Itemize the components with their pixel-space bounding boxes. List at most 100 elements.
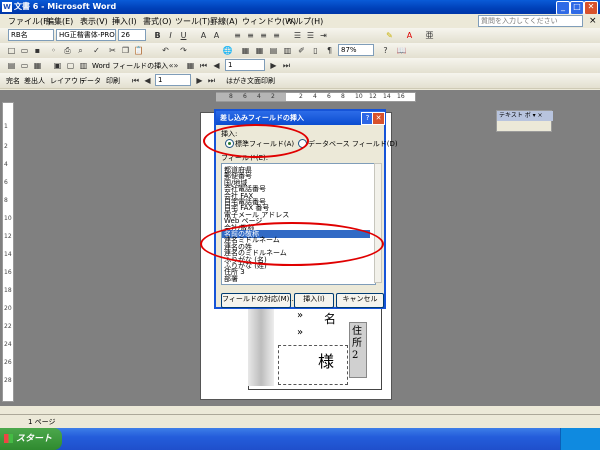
menu-help[interactable]: ヘルプ(H) [287,16,323,27]
drawing-icon[interactable]: ✐ [296,45,307,56]
menu-tools[interactable]: ツール(T) [175,16,210,27]
font-size-combo[interactable]: 26 [118,29,146,41]
recipient-name[interactable]: 名 [324,310,336,327]
maximize-button[interactable]: □ [570,1,584,15]
bold-button[interactable]: B [152,30,163,41]
undo-icon[interactable]: ↶ [160,45,171,56]
style-combo[interactable]: RB名 [8,29,54,41]
help-icon[interactable]: ? [380,45,391,56]
toolbar-item-print[interactable]: 印刷 [106,76,120,86]
open-icon[interactable]: ▭ [19,45,30,56]
show-hide-icon[interactable]: ¶ [324,45,335,56]
vertical-ruler[interactable]: 1 2 4 6 8 10 12 14 16 18 20 22 24 26 28 [2,102,14,402]
radio-database-label[interactable]: データベース フィールド(D) [308,139,398,149]
next-record-icon[interactable]: ▶ [268,60,279,71]
menu-insert[interactable]: 挿入(I) [112,16,137,27]
ruler-tick: 22 [4,323,12,330]
char-border-icon[interactable]: A [198,30,209,41]
menu-file[interactable]: ファイル(F) [8,16,51,27]
justify-icon[interactable]: ≡ [271,30,282,41]
font-combo[interactable]: HG正楷書体-PRO [56,29,116,41]
italic-button[interactable]: I [165,30,176,41]
record-input[interactable]: 1 [155,74,191,86]
cancel-button[interactable]: キャンセル [336,293,384,308]
menu-table[interactable]: 罫線(A) [210,16,238,27]
start-button[interactable]: スタート [0,428,62,450]
spelling-icon[interactable]: ✓ [91,45,102,56]
new-icon[interactable]: □ [6,45,17,56]
zoom-combo[interactable]: 87% [338,44,374,56]
textbox-frame[interactable] [278,345,348,385]
copy-icon[interactable]: ❐ [120,45,131,56]
tables-borders-icon[interactable]: ▦ [240,45,251,56]
view-merged-icon[interactable]: «» [168,60,179,71]
ruler-tick: 14 [4,251,12,258]
toolbar-item-data[interactable]: データ [80,76,101,86]
bullets-icon[interactable]: ☰ [305,30,316,41]
next-icon[interactable]: ▶ [194,75,205,86]
honorific-sama[interactable]: 様 [318,348,334,372]
last-icon[interactable]: ⏭ [206,75,217,86]
insert-field-icon[interactable]: ▥ [78,60,89,71]
ruler-tick: 28 [4,377,12,384]
paste-icon[interactable]: 📋 [133,45,144,56]
redo-icon[interactable]: ↷ [178,45,189,56]
last-record-icon[interactable]: ⏭ [281,60,292,71]
prev-icon[interactable]: ◀ [142,75,153,86]
highlight-icon[interactable]: ✎ [384,30,395,41]
insert-address-icon[interactable]: ▣ [52,60,63,71]
record-number-input[interactable]: 1 [225,59,265,71]
save-icon[interactable]: ▪ [32,45,43,56]
recipients-icon[interactable]: ▦ [32,60,43,71]
align-center-icon[interactable]: ≡ [245,30,256,41]
menu-view[interactable]: 表示(V) [80,16,108,27]
char-scale-icon[interactable]: A [211,30,222,41]
match-fields-button[interactable]: フィールドの対応(M)... [221,293,296,308]
first-record-icon[interactable]: ⏮ [198,60,209,71]
highlight-fields-icon[interactable]: ▦ [185,60,196,71]
read-icon[interactable]: 📖 [396,45,407,56]
textbox-toolbar-title[interactable]: テキスト ボ ▾ × [497,111,553,121]
menu-edit[interactable]: 編集(E) [46,16,73,27]
main-doc-icon[interactable]: ▤ [6,60,17,71]
excel-icon[interactable]: ▤ [268,45,279,56]
print-face-button[interactable]: はがき文面印刷 [226,76,275,86]
ruler-tick: 4 [313,93,317,100]
help-search-input[interactable]: 質問を入力してください [478,15,583,27]
align-right-icon[interactable]: ≡ [258,30,269,41]
indent-icon[interactable]: ⇥ [318,30,329,41]
insert-greeting-icon[interactable]: ▢ [65,60,76,71]
doc-map-icon[interactable]: ▯ [310,45,321,56]
hyperlink-icon[interactable]: 🌐 [222,45,233,56]
address-field-label: 住所2 [352,326,362,361]
toolbar-item-kanmei[interactable]: 完名 [6,76,20,86]
insert-table-icon[interactable]: ▦ [254,45,265,56]
permission-icon[interactable]: ◦ [48,45,59,56]
align-left-icon[interactable]: ≡ [232,30,243,41]
open-source-icon[interactable]: ▭ [19,60,30,71]
textbox-toolbar[interactable]: テキスト ボ ▾ × [496,110,553,132]
dialog-close-button[interactable]: ✕ [372,112,385,125]
preview-icon[interactable]: ⌕ [75,45,86,56]
first-icon[interactable]: ⏮ [130,75,141,86]
ruler-tick: 12 [4,233,12,240]
ruler-tick: 8 [341,93,345,100]
prev-record-icon[interactable]: ◀ [211,60,222,71]
columns-icon[interactable]: ▥ [282,45,293,56]
cut-icon[interactable]: ✂ [107,45,118,56]
numbering-icon[interactable]: ☰ [292,30,303,41]
font-color-icon[interactable]: A [404,30,415,41]
phonetic-icon[interactable]: 亜 [424,30,435,41]
print-icon[interactable]: ⎙ [62,45,73,56]
listbox-scrollbar[interactable] [374,163,382,283]
document-close-icon[interactable]: × [589,16,597,26]
menu-format[interactable]: 書式(O) [143,16,172,27]
toolbar-item-sender[interactable]: 差出人 [24,76,45,86]
minimize-button[interactable]: _ [556,1,570,15]
underline-button[interactable]: U [178,30,189,41]
annotation-ellipse-insert [203,124,309,158]
word-field-insert-button[interactable]: Word フィールドの挿入 [92,61,168,71]
field-list-item[interactable]: 部署 [224,275,238,283]
insert-button[interactable]: 挿入(I) [294,293,334,308]
close-button[interactable]: ✕ [584,1,598,15]
